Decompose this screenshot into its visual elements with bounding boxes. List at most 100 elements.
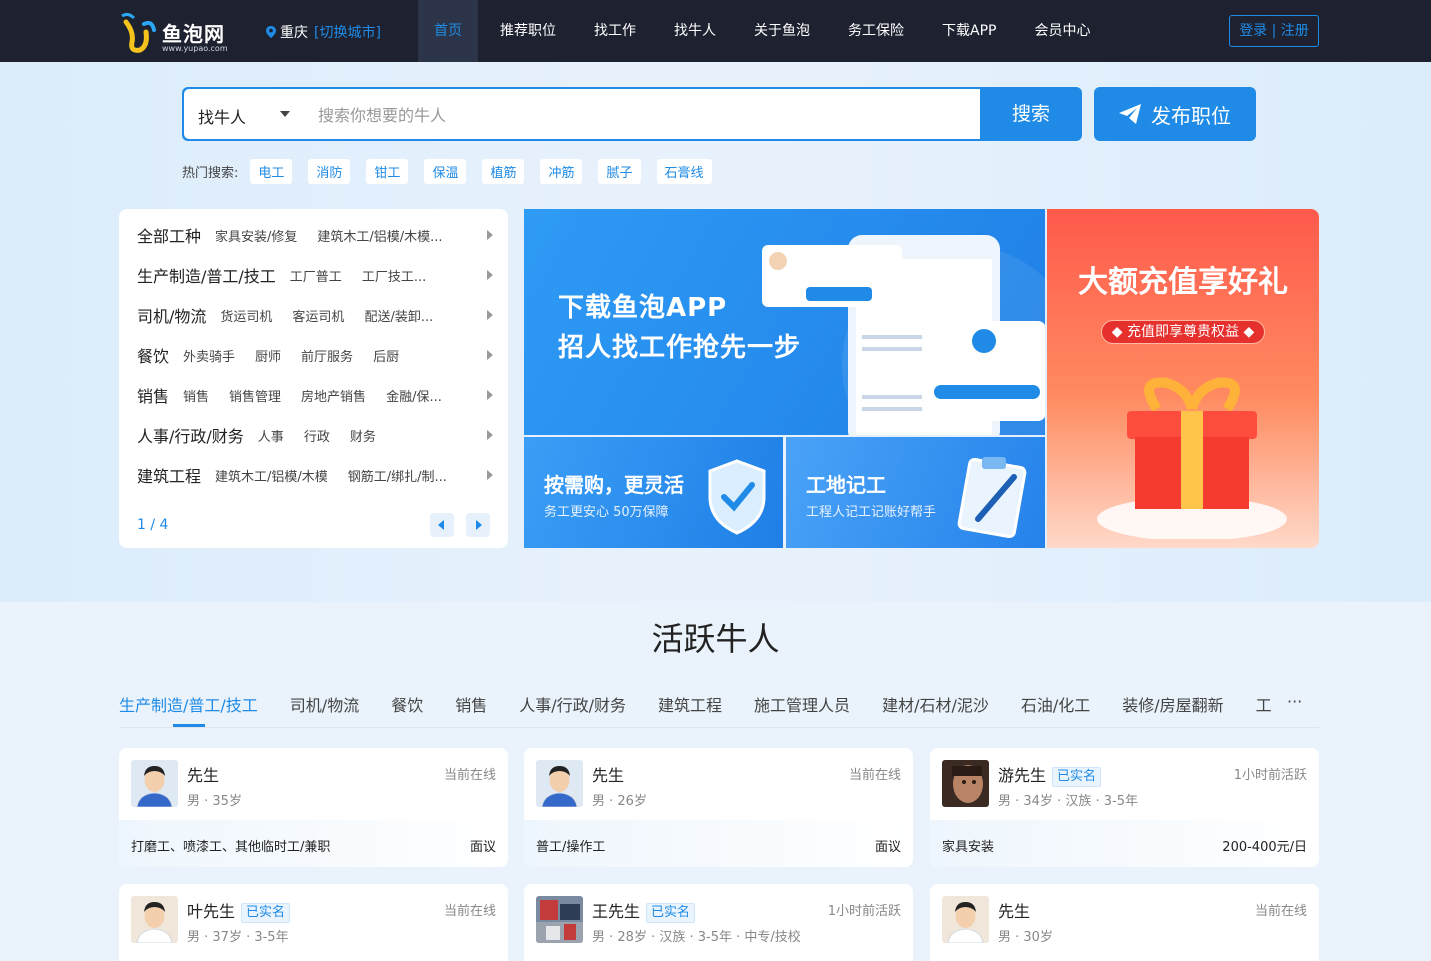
post-job-button[interactable]: 发布职位 (1094, 87, 1256, 141)
category-main[interactable]: 餐饮 (137, 343, 169, 367)
category-row[interactable]: 生产制造/普工/技工 工厂普工 工厂技工... (137, 263, 493, 287)
hot-tag[interactable]: 电工 (250, 158, 293, 184)
category-main[interactable]: 生产制造/普工/技工 (137, 263, 276, 287)
category-sub[interactable]: 钢筋工/绑扎/制... (348, 466, 447, 485)
category-row[interactable]: 司机/物流 货运司机 客运司机 配送/装卸... (137, 303, 493, 327)
category-row[interactable]: 全部工种 家具安装/修复 建筑木工/铝模/木模... (137, 223, 493, 247)
hot-tag[interactable]: 保温 (424, 158, 467, 184)
category-sub[interactable]: 财务 (350, 426, 376, 445)
category-sub[interactable]: 货运司机 (220, 306, 272, 325)
category-main[interactable]: 司机/物流 (137, 303, 206, 327)
category-sub[interactable]: 后厨 (373, 346, 399, 365)
nav-find-talent[interactable]: 找牛人 (658, 0, 732, 62)
tab-driver-logistics[interactable]: 司机/物流 (290, 692, 359, 728)
avatar[interactable] (131, 760, 178, 807)
category-sub[interactable]: 客运司机 (292, 306, 344, 325)
avatar[interactable] (536, 760, 583, 807)
worker-card[interactable]: 先生 当前在线男 · 30岁 (930, 884, 1319, 961)
worker-card[interactable]: 先生 当前在线男 · 35岁 打磨工、喷漆工、其他临时工/兼职 面议 (119, 748, 508, 867)
work-record-banner[interactable]: 工地记工 工程人记工记账好帮手 (786, 437, 1045, 548)
site-logo[interactable]: 鱼泡网 www.yupao.com (118, 10, 248, 56)
category-sub[interactable]: 金融/保... (386, 386, 442, 405)
category-main[interactable]: 人事/行政/财务 (137, 423, 244, 447)
banner-title: 工地记工 (806, 473, 886, 497)
category-row[interactable]: 人事/行政/财务 人事 行政 财务 (137, 423, 493, 447)
tab-manufacturing[interactable]: 生产制造/普工/技工 (119, 692, 258, 728)
category-main[interactable]: 全部工种 (137, 223, 201, 247)
worker-card[interactable]: 游先生 已实名 1小时前活跃男 · 34岁 · 汉族 · 3-5年 家具安装 200-4… (930, 748, 1319, 867)
tab-construction[interactable]: 建筑工程 (658, 692, 722, 728)
nav-home[interactable]: 首页 (418, 0, 478, 62)
category-sub[interactable]: 配送/装卸... (364, 306, 433, 325)
recharge-promo-banner[interactable]: 大额充值享好礼 ◆ 充值即享尊贵权益 ◆ (1047, 209, 1319, 548)
nav-recommended-jobs[interactable]: 推荐职位 (484, 0, 572, 62)
avatar[interactable] (942, 760, 989, 807)
expected-pay: 面议 (469, 840, 496, 855)
category-sub[interactable]: 建筑木工/铝模/木模... (317, 226, 442, 245)
nav-insurance[interactable]: 务工保险 (832, 0, 920, 62)
more-tabs-button[interactable]: ··· (1287, 692, 1302, 711)
hot-tag[interactable]: 腻子 (598, 158, 641, 184)
category-sub[interactable]: 销售 (183, 386, 209, 405)
worker-info: 男 · 30岁 (998, 930, 1053, 945)
category-sub[interactable]: 工厂普工 (290, 266, 342, 285)
category-sub[interactable]: 前厅服务 (301, 346, 353, 365)
tab-building-materials[interactable]: 建材/石材/泥沙 (882, 692, 989, 728)
category-row[interactable]: 建筑工程 建筑木工/铝模/木模 钢筋工/绑扎/制... (137, 463, 493, 487)
hot-tag[interactable]: 冲筋 (540, 158, 583, 184)
tab-construction-management[interactable]: 施工管理人员 (754, 692, 850, 728)
tab-more-truncated[interactable]: 工 (1256, 692, 1272, 728)
tab-catering[interactable]: 餐饮 (391, 692, 423, 728)
switch-city-link[interactable]: [切换城市] (314, 22, 381, 42)
avatar[interactable] (131, 896, 178, 943)
hot-tag[interactable]: 消防 (308, 158, 351, 184)
worker-card[interactable]: 先生 当前在线男 · 26岁 普工/操作工 面议 (524, 748, 913, 867)
main-nav: 首页 推荐职位 找工作 找牛人 关于鱼泡 务工保险 下载APP 会员中心 (418, 0, 1112, 62)
tab-petrochemical[interactable]: 石油/化工 (1021, 692, 1090, 728)
category-main[interactable]: 建筑工程 (137, 463, 201, 487)
category-sub[interactable]: 外卖骑手 (183, 346, 235, 365)
nav-find-work[interactable]: 找工作 (578, 0, 652, 62)
city-selector[interactable]: 重庆 [切换城市] (266, 22, 381, 42)
avatar[interactable] (536, 896, 583, 943)
category-sub[interactable]: 工厂技工... (362, 266, 426, 285)
category-sub[interactable]: 销售管理 (229, 386, 281, 405)
next-page-button[interactable] (466, 513, 490, 537)
expected-job: 打磨工、喷漆工、其他临时工/兼职 (131, 840, 331, 855)
avatar[interactable] (942, 896, 989, 943)
category-sub[interactable]: 人事 (258, 426, 284, 445)
tab-sales[interactable]: 销售 (455, 692, 487, 728)
category-row[interactable]: 餐饮 外卖骑手 厨师 前厅服务 后厨 (137, 343, 493, 367)
category-sub[interactable]: 厨师 (255, 346, 281, 365)
expected-pay: 200-400元/日 (1222, 840, 1307, 855)
hot-tag[interactable]: 石膏线 (656, 158, 712, 184)
insurance-banner[interactable]: 按需购，更灵活 务工更安心 50万保障 (524, 437, 783, 548)
worker-card[interactable]: 叶先生 已实名 当前在线男 · 37岁 · 3-5年 (119, 884, 508, 961)
nav-download-app[interactable]: 下载APP (926, 0, 1012, 62)
login-register-button[interactable]: 登录 | 注册 (1229, 15, 1319, 47)
search-input[interactable] (318, 102, 958, 128)
tab-hr-admin-finance[interactable]: 人事/行政/财务 (519, 692, 626, 728)
category-sub[interactable]: 房地产销售 (301, 386, 366, 405)
category-sub[interactable]: 建筑木工/铝模/木模 (215, 466, 328, 485)
category-sub[interactable]: 家具安装/修复 (215, 226, 297, 245)
category-main[interactable]: 销售 (137, 383, 169, 407)
worker-info: 男 · 28岁 · 汉族 · 3-5年 · 中专/技校 (592, 930, 801, 945)
search-button[interactable]: 搜索 (980, 87, 1082, 141)
category-sub[interactable]: 行政 (304, 426, 330, 445)
hot-search-label: 热门搜索: (182, 165, 239, 181)
worker-card[interactable]: 王先生 已实名 1小时前活跃男 · 28岁 · 汉族 · 3-5年 · 中专/技校 (524, 884, 913, 961)
tab-renovation[interactable]: 装修/房屋翻新 (1122, 692, 1223, 728)
download-app-banner[interactable]: 下载鱼泡APP 招人找工作抢先一步 (524, 209, 1045, 435)
activity-status: 当前在线 (1254, 904, 1307, 919)
hot-tag[interactable]: 植筋 (482, 158, 525, 184)
nav-member-center[interactable]: 会员中心 (1018, 0, 1106, 62)
hot-tag[interactable]: 钳工 (366, 158, 409, 184)
location-pin-icon (266, 26, 276, 38)
prev-page-button[interactable] (430, 513, 454, 537)
chevron-down-icon[interactable] (280, 111, 290, 117)
search-type-select[interactable]: 找牛人 (198, 104, 246, 128)
logo-url: www.yupao.com (162, 44, 228, 53)
category-row[interactable]: 销售 销售 销售管理 房地产销售 金融/保... (137, 383, 493, 407)
nav-about[interactable]: 关于鱼泡 (738, 0, 826, 62)
